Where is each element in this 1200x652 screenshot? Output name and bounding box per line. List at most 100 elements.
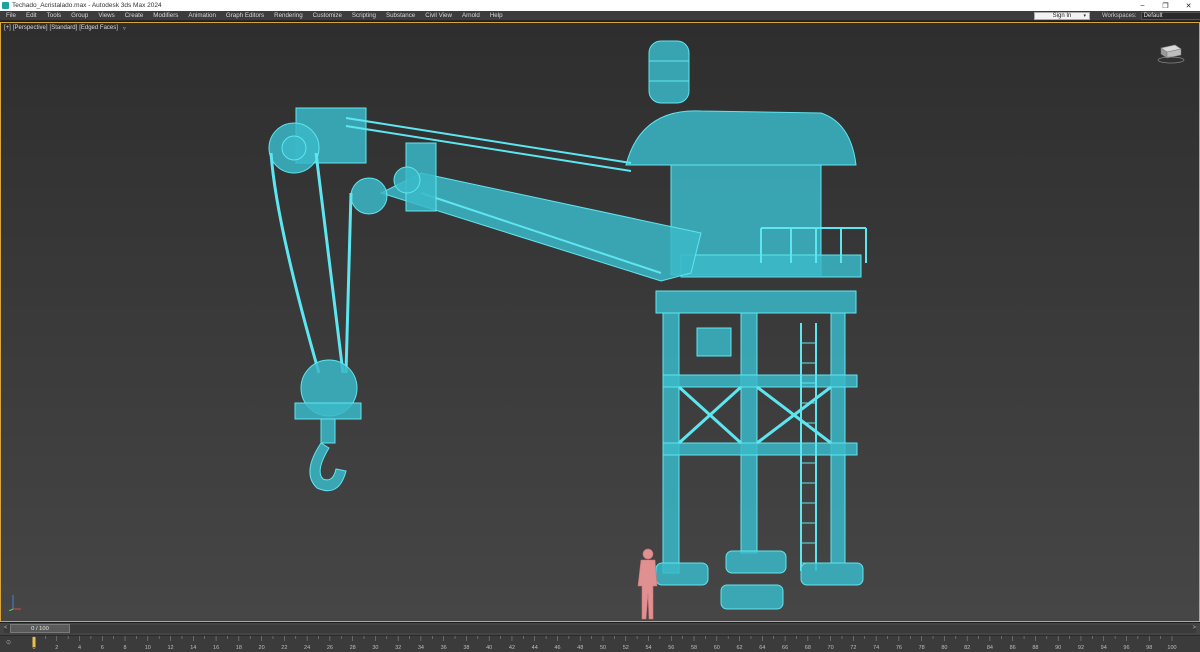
trackbar-tick-label: 58 — [691, 645, 697, 651]
time-slider-track[interactable] — [4, 625, 1196, 633]
trackbar-tick-label: 54 — [645, 645, 651, 651]
trackbar-tick-label: 44 — [532, 645, 538, 651]
trackbar-tick-label: 66 — [782, 645, 788, 651]
crane-platform — [680, 254, 862, 278]
trackbar-tick-label: 34 — [418, 645, 424, 651]
trackbar-tick-label: 56 — [668, 645, 674, 651]
trackbar-tick-label: 46 — [554, 645, 560, 651]
trackbar-tick-label: 98 — [1146, 645, 1152, 651]
crane-wireframe-scene[interactable] — [1, 23, 1200, 622]
trackbar-tick-label: 12 — [167, 645, 173, 651]
menu-edit[interactable]: Edit — [21, 11, 42, 21]
minimize-button[interactable]: – — [1131, 0, 1154, 11]
trackbar-tick-label: 84 — [987, 645, 993, 651]
viewport-label-menu[interactable]: [+] [Perspective] [Standard] [Edged Face… — [4, 25, 126, 32]
track-bar[interactable]: ⊙ 0 2 4 6 8 10 12 14 16 18 20 22 24 26 28 30 32 34 36 38 40 4… — [0, 635, 1200, 652]
trackbar-tick-label: 18 — [236, 645, 242, 651]
trackbar-tick-label: 24 — [304, 645, 310, 651]
trackbar-tick-label: 94 — [1101, 645, 1107, 651]
trackbar-tick-label: 30 — [372, 645, 378, 651]
trackbar-tick-label: 74 — [873, 645, 879, 651]
crane-motor-box — [696, 327, 732, 357]
menu-substance[interactable]: Substance — [381, 11, 420, 21]
menu-civil-view[interactable]: Civil View — [420, 11, 457, 21]
trackbar-tick-label: 50 — [600, 645, 606, 651]
axis-tripod-icon — [8, 595, 21, 611]
track-bar-ruler[interactable]: 0 2 4 6 8 10 12 14 16 18 20 22 24 26 28 30 32 34 36 38 40 42 4… — [0, 636, 1200, 652]
time-slider-thumb[interactable]: 0 / 100 — [10, 624, 70, 633]
trackbar-tick-label: 52 — [623, 645, 629, 651]
menu-file[interactable]: File — [0, 11, 21, 21]
trackbar-tick-label: 16 — [213, 645, 219, 651]
menu-scripting[interactable]: Scripting — [347, 11, 381, 21]
hook-block-plate — [294, 402, 362, 420]
viewport-shading-standard[interactable]: [Standard] — [50, 25, 78, 32]
trackbar-tick-label: 92 — [1078, 645, 1084, 651]
menu-help[interactable]: Help — [485, 11, 508, 21]
trackbar-tick-label: 82 — [964, 645, 970, 651]
sign-in-label: Sign In — [1052, 13, 1072, 19]
time-slider-next-arrow[interactable]: > — [1192, 625, 1196, 631]
trackbar-tick-label: 86 — [1010, 645, 1016, 651]
human-scale-figure — [637, 548, 658, 620]
trackbar-tick-label: 72 — [850, 645, 856, 651]
viewport-point-of-view[interactable]: [Perspective] — [13, 25, 48, 32]
chevron-down-icon: ▾ — [1083, 13, 1086, 19]
trackbar-tick-label: 68 — [805, 645, 811, 651]
bogie-front-left — [655, 562, 709, 586]
trackbar-tick-label: 64 — [759, 645, 765, 651]
viewcube-icon[interactable] — [1155, 41, 1185, 65]
trackbar-tick-label: 60 — [714, 645, 720, 651]
menu-modifiers[interactable]: Modifiers — [148, 11, 183, 21]
trackbar-tick-label: 100 — [1167, 645, 1176, 651]
trackbar-tick-label: 10 — [145, 645, 151, 651]
sign-in-dropdown[interactable]: Sign In ▾ — [1034, 12, 1090, 20]
window-controls: – ❐ ✕ — [1131, 0, 1200, 11]
crane-cab-roof — [625, 110, 857, 166]
restore-button[interactable]: ❐ — [1154, 0, 1177, 11]
trackbar-tick-label: 32 — [395, 645, 401, 651]
window-title: Techado_Acristalado.max - Autodesk 3ds M… — [12, 2, 162, 9]
menu-bar: File Edit Tools Group Views Create Modif… — [0, 11, 1200, 21]
close-button[interactable]: ✕ — [1177, 0, 1200, 11]
time-slider-prev-arrow[interactable]: < — [4, 625, 8, 631]
bogie-rear-right — [800, 562, 864, 586]
menu-views[interactable]: Views — [93, 11, 119, 21]
bogie-rear-left — [720, 584, 784, 610]
menu-arnold[interactable]: Arnold — [457, 11, 485, 21]
trackbar-tick-label: 78 — [919, 645, 925, 651]
menu-rendering[interactable]: Rendering — [269, 11, 308, 21]
trackbar-tick-label: 80 — [941, 645, 947, 651]
menu-create[interactable]: Create — [120, 11, 149, 21]
workspaces-label: Workspaces: — [1102, 13, 1137, 19]
time-slider[interactable]: < 0 / 100 > — [0, 623, 1200, 635]
filter-icon[interactable]: ▿ — [123, 25, 126, 32]
trackbar-tick-label: 48 — [577, 645, 583, 651]
trackbar-tick-label: 90 — [1055, 645, 1061, 651]
menu-graph-editors[interactable]: Graph Editors — [221, 11, 269, 21]
trackbar-tick-label: 40 — [486, 645, 492, 651]
trackbar-tick-label: 20 — [259, 645, 265, 651]
trackbar-tick-label: 76 — [896, 645, 902, 651]
bogie-front-right — [725, 550, 787, 574]
title-bar: Techado_Acristalado.max - Autodesk 3ds M… — [0, 0, 1200, 11]
trackbar-tick-label: 4 — [78, 645, 81, 651]
menu-animation[interactable]: Animation — [183, 11, 221, 21]
menu-tools[interactable]: Tools — [42, 11, 66, 21]
viewport-display-edged-faces[interactable]: [Edged Faces] — [79, 25, 118, 32]
trackbar-tick-label: 88 — [1032, 645, 1038, 651]
workspaces-dropdown[interactable]: Default — [1140, 12, 1200, 20]
menu-group[interactable]: Group — [66, 11, 93, 21]
viewport-menu-plus[interactable]: [+] — [4, 25, 11, 32]
trackbar-tick-label: 38 — [463, 645, 469, 651]
boom-mid-pulley — [350, 177, 388, 215]
trackbar-tick-label: 42 — [509, 645, 515, 651]
trackbar-tick-label: 22 — [281, 645, 287, 651]
trackbar-tick-label: 96 — [1123, 645, 1129, 651]
tower-leg-right-front — [740, 312, 758, 554]
crane-top-tank — [648, 40, 690, 104]
menu-customize[interactable]: Customize — [308, 11, 347, 21]
perspective-viewport[interactable]: [+] [Perspective] [Standard] [Edged Face… — [0, 22, 1200, 622]
current-frame-marker[interactable] — [32, 637, 36, 647]
trackbar-tick-label: 70 — [828, 645, 834, 651]
